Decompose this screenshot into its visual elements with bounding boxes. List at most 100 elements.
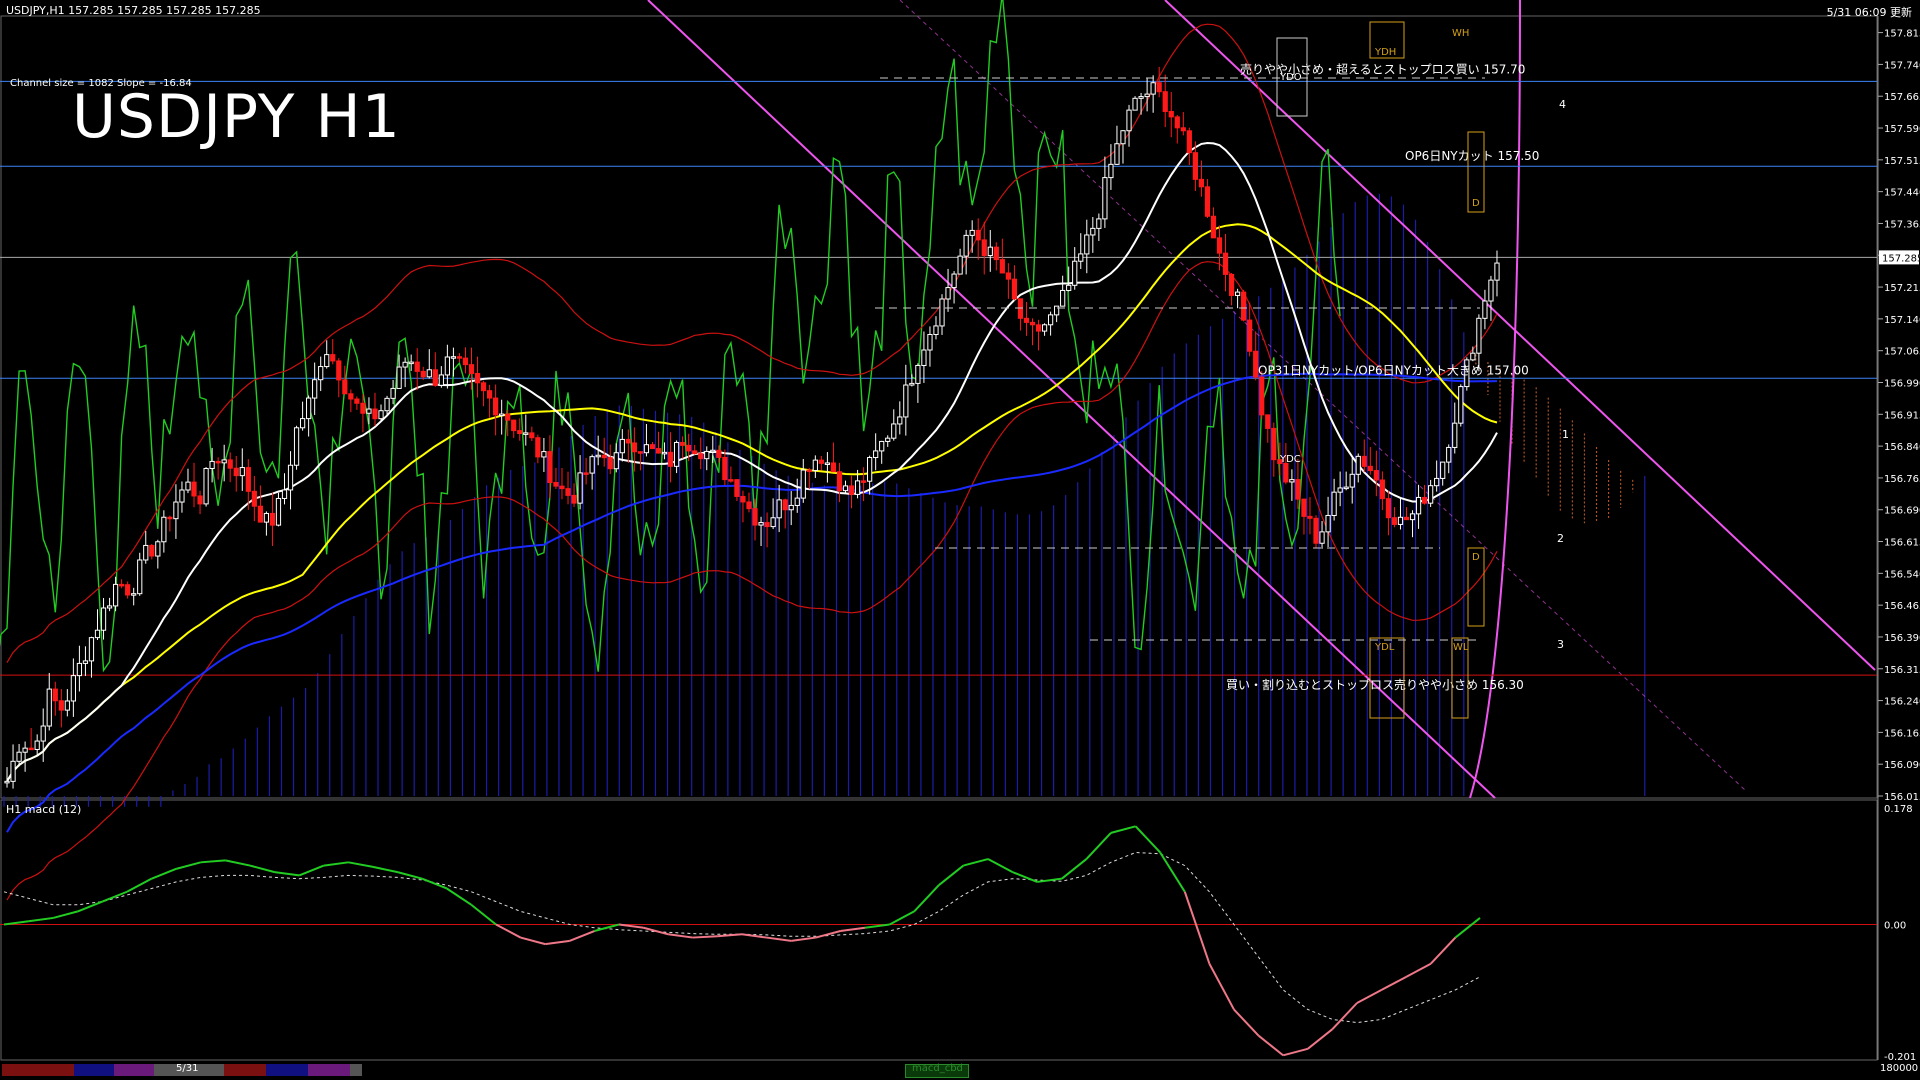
candle-body	[1283, 462, 1289, 483]
candle-body	[155, 541, 161, 557]
candle-body	[1325, 514, 1331, 533]
candle-body	[28, 747, 34, 751]
candle-body	[818, 459, 824, 464]
candle-body	[1066, 284, 1072, 291]
candle-body	[161, 516, 167, 543]
candle-body	[867, 457, 873, 482]
candle-body	[119, 583, 125, 587]
candle-body	[993, 246, 999, 261]
candle-body	[342, 379, 348, 395]
candle-body	[1023, 317, 1030, 323]
tab-segment[interactable]	[2, 1064, 74, 1076]
axis-tick-label: 156.090	[1884, 760, 1920, 771]
candle-body	[251, 490, 257, 507]
candle-body	[1403, 516, 1410, 521]
candle-body	[1035, 324, 1042, 332]
candle-body	[1168, 110, 1174, 118]
candle-body	[16, 751, 22, 762]
annotation-cut-op31: OP31日NYカット/OP6日NYカット大きめ 157.00	[1258, 363, 1529, 377]
candle-body	[257, 505, 263, 523]
tab-segment[interactable]	[114, 1064, 154, 1076]
candle-body	[704, 450, 710, 460]
candle-body	[143, 544, 149, 561]
axis-tick-label: 156.765	[1884, 474, 1920, 485]
candle-body	[824, 462, 831, 465]
candle-body	[112, 583, 119, 607]
candle-body	[456, 356, 463, 359]
candle-body	[1289, 479, 1295, 483]
axis-tick-label: 156.915	[1884, 410, 1920, 421]
candle-body	[221, 459, 227, 464]
candle-body	[438, 374, 444, 386]
candle-body	[1138, 96, 1144, 99]
candle-body	[945, 287, 951, 300]
candle-body	[1488, 279, 1494, 302]
candle-body	[734, 479, 740, 497]
candle-body	[1072, 260, 1078, 286]
macd-tick-label: 0.00	[1884, 920, 1906, 931]
indicator-tab[interactable]: macd_cbd	[912, 1063, 963, 1074]
candle-body	[1428, 485, 1434, 504]
tab-segment[interactable]	[224, 1064, 266, 1076]
candle-body	[336, 360, 342, 381]
candle-body	[76, 662, 83, 677]
candle-body	[595, 454, 601, 458]
date-tab[interactable]: 5/31	[176, 1063, 198, 1074]
candle-body	[794, 497, 800, 506]
axis-tick-label: 157.515	[1884, 156, 1920, 167]
candle-body	[921, 349, 927, 366]
candle-body	[529, 432, 535, 439]
axis-tick-label: 156.615	[1884, 538, 1920, 549]
candle-body	[22, 747, 28, 753]
candle-body	[324, 354, 330, 368]
candle-body	[517, 430, 523, 435]
macd-label: H1 macd (12)	[6, 803, 82, 816]
candle-body	[812, 459, 818, 472]
candle-body	[408, 361, 414, 365]
candle-body	[800, 469, 806, 499]
candle-body	[1192, 152, 1198, 180]
candle-body	[420, 370, 426, 378]
candle-body	[523, 432, 529, 435]
annotation-cut-op6: OP6日NYカット 157.50	[1405, 149, 1539, 163]
candle-body	[589, 456, 595, 474]
tab-segment[interactable]	[266, 1064, 308, 1076]
candle-body	[613, 452, 619, 470]
candle-body	[1343, 486, 1349, 490]
tab-segment[interactable]	[350, 1064, 362, 1076]
candle-body	[1361, 455, 1367, 467]
candle-body	[1096, 218, 1102, 229]
candle-body	[1446, 446, 1452, 463]
axis-tick-label: 157.215	[1884, 283, 1920, 294]
tab-segment[interactable]	[74, 1064, 114, 1076]
axis-tick-label: 156.840	[1884, 442, 1920, 453]
candle-body	[1174, 116, 1180, 129]
candle-body	[728, 479, 734, 482]
candle-body	[1054, 305, 1060, 316]
candle-body	[1452, 422, 1458, 448]
candle-body	[384, 397, 390, 412]
candle-body	[131, 593, 137, 596]
candle-body	[1470, 352, 1476, 361]
axis-tick-label: 156.390	[1884, 633, 1920, 644]
candle-body	[680, 441, 686, 446]
axis-tick-label: 156.690	[1884, 506, 1920, 517]
candle-body	[185, 481, 191, 491]
candle-body	[215, 460, 221, 464]
candle-body	[1005, 272, 1011, 280]
candle-body	[1409, 513, 1416, 521]
candle-body	[1047, 314, 1054, 326]
candle-body	[233, 467, 239, 477]
candle-body	[88, 637, 95, 662]
axis-tick-label: 157.440	[1884, 188, 1920, 199]
candle-body	[275, 497, 282, 526]
label-ydc: YDC	[1279, 454, 1301, 465]
candle-body	[1259, 376, 1265, 416]
tab-segment[interactable]	[308, 1064, 350, 1076]
axis-tick-label: 156.990	[1884, 378, 1920, 389]
candle-body	[933, 325, 939, 336]
candle-body	[806, 469, 812, 473]
candle-body	[1114, 143, 1120, 165]
candle-body	[390, 387, 396, 399]
candle-body	[643, 444, 650, 454]
